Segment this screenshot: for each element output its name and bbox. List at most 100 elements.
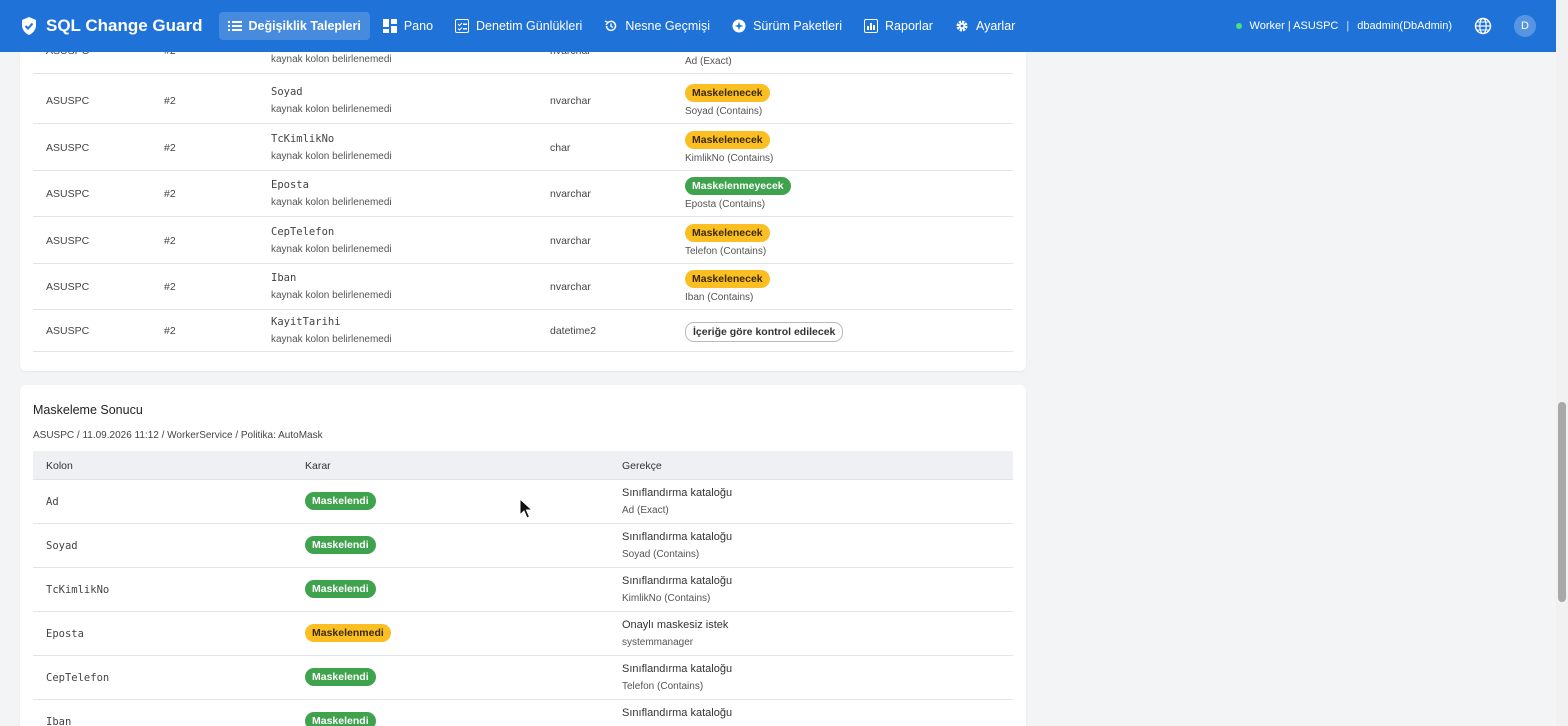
- column-name: CepTelefon: [46, 672, 110, 684]
- table-row: ASUSPC #2 KayitTarihi kaynak kolon belirlen…: [33, 310, 1013, 352]
- scrollbar-thumb[interactable]: [1558, 402, 1566, 602]
- source-note: kaynak kolon belirlenemedi: [271, 151, 392, 162]
- source-note: kaynak kolon belirlenemedi: [271, 197, 392, 208]
- masking-result-card: Maskeleme Sonucu ASUSPC / 11.09.2026 11:…: [20, 385, 1026, 726]
- nav-label: Pano: [403, 19, 434, 33]
- user-label: dbadmin(DbAdmin): [1357, 20, 1452, 32]
- masking-status-badge: Maskelenecek: [685, 224, 770, 242]
- decision-badge: Maskelendi: [305, 580, 376, 598]
- column-name: Eposta: [271, 179, 309, 191]
- decision-badge: Maskelenmedi: [305, 624, 391, 642]
- rule-note: Ad (Exact): [685, 56, 732, 67]
- page-scrollbar[interactable]: [1556, 0, 1568, 726]
- nav-label: Sürüm Paketleri: [753, 19, 843, 33]
- column-classification-card: ASUSPC#2Adkaynak kolon belirlenemedinvar…: [20, 0, 1026, 371]
- masking-status-badge: Maskelenecek: [685, 84, 770, 102]
- source-note: kaynak kolon belirlenemedi: [271, 244, 392, 255]
- reason-text: Sınıflandırma kataloğu: [622, 575, 733, 587]
- rule-note: Eposta (Contains): [685, 199, 766, 210]
- result-row: TcKimlikNo Maskelendi Sınıflandırma katalo…: [33, 568, 1013, 612]
- checklist-icon: [455, 19, 470, 33]
- nav-label: Ayarlar: [975, 19, 1016, 33]
- nav-reports[interactable]: Raporlar: [855, 12, 942, 40]
- column-name: Soyad: [46, 540, 78, 552]
- nav-label: Denetim Günlükleri: [476, 19, 583, 33]
- table-row: ASUSPC #2 Soyad kaynak kolon belirlenemedi n…: [33, 78, 1013, 124]
- result-row: Eposta Maskelenmedi Onaylı maskesiz istek s…: [33, 612, 1013, 656]
- source-note: kaynak kolon belirlenemedi: [271, 54, 392, 65]
- server-cell: ASUSPC: [46, 142, 90, 154]
- reason-text: Sınıflandırma kataloğu: [622, 663, 733, 675]
- nav-release-packages[interactable]: Sürüm Paketleri: [723, 12, 851, 40]
- table-header: Kolon Karar Gerekçe: [33, 451, 1013, 480]
- data-type-cell: nvarchar: [550, 235, 591, 247]
- nav-dashboard[interactable]: Pano: [374, 12, 442, 40]
- column-name: Ad: [46, 496, 59, 508]
- column-name: Iban: [271, 272, 297, 284]
- avatar[interactable]: D: [1514, 15, 1536, 37]
- header-reason: Gerekçe: [622, 460, 662, 472]
- decision-badge: Maskelendi: [305, 492, 376, 510]
- column-name: Eposta: [46, 628, 84, 640]
- user-info: Worker | ASUSPC | dbadmin(DbAdmin) D: [1235, 0, 1536, 52]
- reason-detail: Ad (Exact): [622, 505, 669, 516]
- data-type-cell: nvarchar: [550, 95, 591, 107]
- history-icon: [605, 20, 617, 32]
- header-column: Kolon: [46, 460, 73, 472]
- source-note: kaynak kolon belirlenemedi: [271, 104, 392, 115]
- data-type-cell: nvarchar: [550, 188, 591, 200]
- reason-text: Sınıflandırma kataloğu: [622, 487, 733, 499]
- mouse-cursor-icon: [519, 498, 533, 519]
- rule-note: Iban (Contains): [685, 292, 754, 303]
- reason-text: Onaylı maskesiz istek: [622, 619, 729, 631]
- reason-detail: Soyad (Contains): [622, 549, 700, 560]
- column-name: CepTelefon: [271, 226, 335, 238]
- data-type-cell: datetime2: [550, 325, 597, 337]
- card-title: Maskeleme Sonucu: [33, 403, 143, 417]
- result-row: Iban Maskelendi Sınıflandırma kataloğu: [33, 700, 1013, 726]
- masking-status-badge: Maskelenecek: [685, 270, 770, 288]
- number-cell: #2: [164, 235, 176, 247]
- nav-label: Nesne Geçmişi: [625, 19, 711, 33]
- table-row: ASUSPC #2 Iban kaynak kolon belirlenemedi nv…: [33, 264, 1013, 310]
- worker-status-dot: [1235, 23, 1242, 29]
- masking-status-badge: Maskelenmeyecek: [685, 177, 791, 195]
- list-icon: [227, 21, 242, 31]
- table-row: ASUSPC #2 Eposta kaynak kolon belirlenemedi…: [33, 171, 1013, 217]
- source-note: kaynak kolon belirlenemedi: [271, 290, 392, 301]
- brand[interactable]: SQL Change Guard: [20, 16, 203, 36]
- card-subtitle: ASUSPC / 11.09.2026 11:12 / WorkerServic…: [33, 430, 323, 441]
- masking-status-badge: Maskelenecek: [685, 131, 770, 149]
- nav-audit-logs[interactable]: Denetim Günlükleri: [446, 12, 591, 40]
- result-row: CepTelefon Maskelendi Sınıflandırma katalo…: [33, 656, 1013, 700]
- column-name: KayitTarihi: [271, 316, 341, 328]
- server-cell: ASUSPC: [46, 325, 90, 337]
- rule-note: Telefon (Contains): [685, 246, 767, 257]
- column-name: Iban: [46, 716, 72, 726]
- globe-icon[interactable]: [1474, 17, 1492, 35]
- worker-label: Worker | ASUSPC: [1249, 20, 1339, 32]
- server-cell: ASUSPC: [46, 235, 90, 247]
- reason-text: Sınıflandırma kataloğu: [622, 531, 733, 543]
- gear-icon: [956, 20, 968, 32]
- data-type-cell: nvarchar: [550, 281, 591, 293]
- masking-status-badge: İçeriğe göre kontrol edilecek: [685, 322, 844, 342]
- reason-detail: Telefon (Contains): [622, 681, 704, 692]
- header-decision: Karar: [305, 460, 331, 472]
- number-cell: #2: [164, 325, 176, 337]
- rule-note: KimlikNo (Contains): [685, 153, 774, 164]
- nav-label: Değişiklik Talepleri: [248, 19, 361, 33]
- reason-text: Sınıflandırma kataloğu: [622, 707, 733, 719]
- top-navbar: SQL Change Guard Değişiklik Talepleri Pa…: [0, 0, 1556, 52]
- result-row: Soyad Maskelendi Sınıflandırma kataloğu Soy…: [33, 524, 1013, 568]
- column-name: TcKimlikNo: [271, 133, 335, 145]
- nav-settings[interactable]: Ayarlar: [946, 12, 1024, 40]
- rule-note: Soyad (Contains): [685, 106, 763, 117]
- nav-object-history[interactable]: Nesne Geçmişi: [595, 12, 719, 40]
- reason-detail: systemmanager: [622, 637, 694, 648]
- decision-badge: Maskelendi: [305, 536, 376, 554]
- number-cell: #2: [164, 281, 176, 293]
- nav-change-requests[interactable]: Değişiklik Talepleri: [218, 12, 370, 40]
- number-cell: #2: [164, 188, 176, 200]
- column-name: TcKimlikNo: [46, 584, 110, 596]
